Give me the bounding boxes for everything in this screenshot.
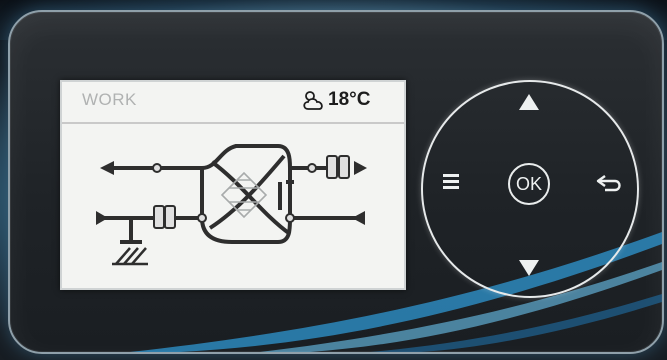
- menu-icon[interactable]: [440, 170, 464, 194]
- back-icon[interactable]: [595, 170, 625, 194]
- lcd-screen: WORK 18°C: [60, 80, 406, 290]
- outdoor-temperature: 18°C: [328, 89, 371, 110]
- ok-button-label: OK: [515, 173, 542, 194]
- heat-recovery-ventilation-diagram: [96, 144, 367, 266]
- operating-mode: WORK: [82, 90, 137, 109]
- arrow-down-icon[interactable]: [517, 258, 541, 278]
- arrow-up-icon[interactable]: [517, 92, 541, 112]
- screen-header: WORK 18°C: [62, 82, 404, 124]
- partly-cloudy-icon: [303, 91, 323, 110]
- ok-button[interactable]: OK: [508, 163, 550, 205]
